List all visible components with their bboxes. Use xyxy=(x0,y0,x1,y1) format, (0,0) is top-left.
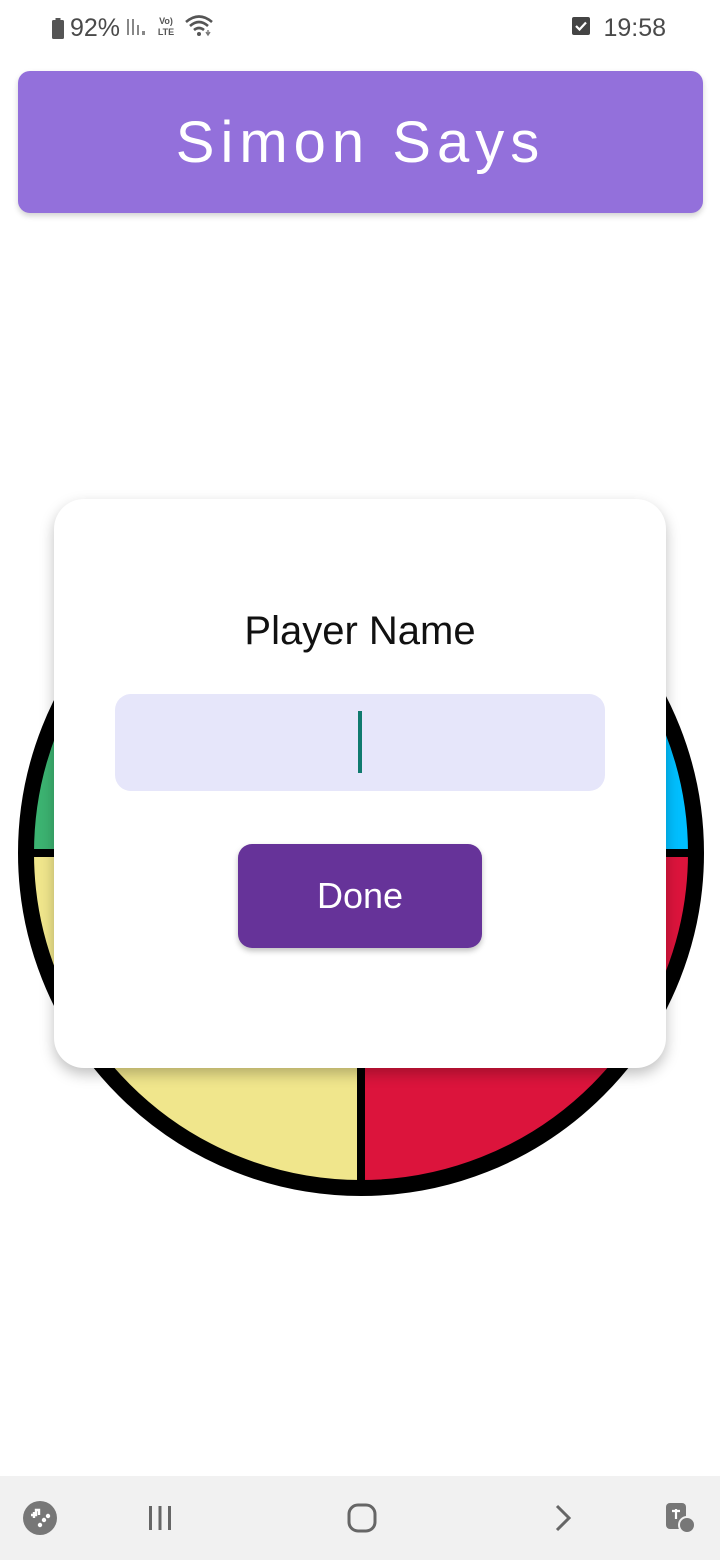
battery-percentage: 92% xyxy=(70,14,121,42)
screen: 92% Vo) LTE 19:58 Simon Says Player Name… xyxy=(0,0,720,1560)
signal-icon xyxy=(126,15,148,42)
battery-icon xyxy=(52,17,64,39)
volte-lte-icon: Vo) LTE xyxy=(154,14,178,43)
svg-text:Vo): Vo) xyxy=(159,16,173,26)
svg-text:LTE: LTE xyxy=(158,27,174,37)
text-cursor xyxy=(358,711,362,773)
status-left: 92% Vo) LTE xyxy=(52,12,214,44)
home-icon[interactable] xyxy=(340,1476,384,1560)
clock: 19:58 xyxy=(603,14,666,42)
accessibility-icon[interactable] xyxy=(660,1476,700,1560)
app-title: Simon Says xyxy=(175,109,546,175)
checkbox-notification-icon xyxy=(571,16,591,41)
player-name-dialog: Player Name Done xyxy=(54,499,666,1068)
navigation-bar xyxy=(0,1476,720,1560)
wifi-icon xyxy=(184,13,214,44)
status-right: 19:58 xyxy=(571,12,666,44)
game-launcher-icon[interactable] xyxy=(18,1476,62,1560)
recent-apps-icon[interactable] xyxy=(140,1476,180,1560)
dialog-title: Player Name xyxy=(244,609,476,653)
forward-icon[interactable] xyxy=(545,1476,581,1560)
status-bar: 92% Vo) LTE 19:58 xyxy=(0,0,720,56)
done-button[interactable]: Done xyxy=(238,844,482,948)
app-bar: Simon Says xyxy=(18,71,703,213)
